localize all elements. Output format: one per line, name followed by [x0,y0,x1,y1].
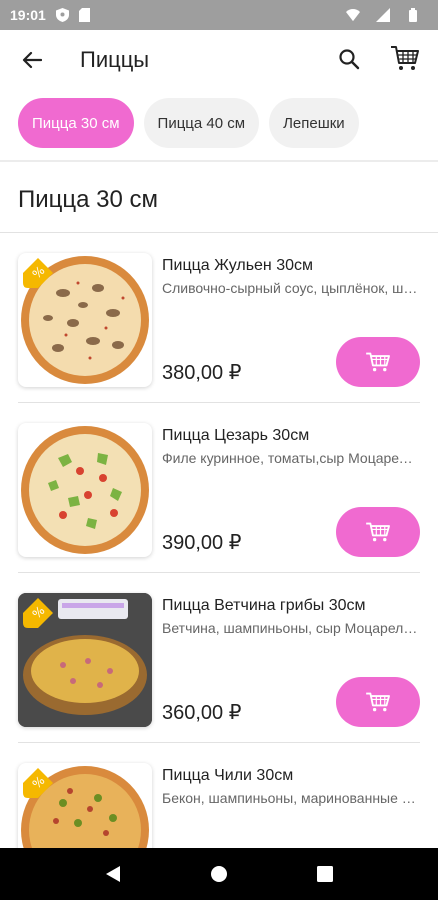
product-image [18,423,152,557]
product-name: Пицца Жульен 30см [162,257,313,274]
divider [0,160,438,162]
battery-icon [406,8,420,22]
page-title: Пиццы [80,47,150,72]
cart-icon [366,352,390,372]
product-card[interactable]: % Пицца Жульен 30см Сливочно-сырный соус… [0,233,438,403]
product-description: Бекон, шампиньоны, маринованные огурцы [162,790,420,806]
product-price: 390,00 ₽ [162,532,242,554]
search-icon[interactable] [334,44,364,74]
chip-pizza-30[interactable]: Пицца 30 см [18,98,134,148]
chip-flatbreads[interactable]: Лепешки [269,98,359,148]
sd-card-icon [78,8,92,22]
product-image: % [18,763,152,848]
product-price: 380,00 ₽ [162,362,242,384]
product-name: Пицца Ветчина грибы 30см [162,597,366,614]
status-time: 19:01 [10,7,46,23]
product-price: 360,00 ₽ [162,702,242,724]
product-image: % [18,253,152,387]
add-to-cart-button[interactable] [336,507,420,557]
cart-icon [366,522,390,542]
cart-icon [366,692,390,712]
discount-tag-icon: % [23,768,53,798]
section-title: Пицца 30 см [18,186,159,213]
product-card[interactable]: % Пицца Ветчина грибы 30см Ветчина, шамп… [0,573,438,743]
discount-tag-icon: % [23,598,53,628]
discount-tag-icon: % [23,258,53,288]
product-description: Сливочно-сырный соус, цыплёнок, шампиньо… [162,280,420,296]
product-description: Ветчина, шампиньоны, сыр Моцарелла, соус [162,620,420,636]
shield-icon [56,8,70,22]
product-description: Филе куринное, томаты,сыр Моцарелла, сал… [162,450,420,466]
signal-icon [376,8,390,22]
product-card[interactable]: Пицца Цезарь 30см Филе куринное, томаты,… [0,403,438,573]
nav-home-icon[interactable] [205,860,233,888]
status-bar: 19:01 [0,0,438,30]
cart-icon[interactable] [388,42,422,74]
product-name: Пицца Цезарь 30см [162,427,310,444]
product-name: Пицца Чили 30см [162,767,294,784]
app-bar: Пиццы [0,30,438,88]
add-to-cart-button[interactable] [336,677,420,727]
add-to-cart-button[interactable] [336,337,420,387]
chip-pizza-40[interactable]: Пицца 40 см [143,98,260,148]
nav-back-icon[interactable] [99,860,127,888]
back-arrow-icon[interactable] [18,46,46,74]
product-card[interactable]: % Пицца Чили 30см Бекон, шампиньоны, мар… [0,743,438,848]
system-nav-bar [0,848,438,900]
nav-recents-icon[interactable] [311,860,339,888]
product-image: % [18,593,152,727]
wifi-icon [346,8,360,22]
category-chips: Пицца 30 см Пицца 40 см Лепешки [0,98,438,154]
